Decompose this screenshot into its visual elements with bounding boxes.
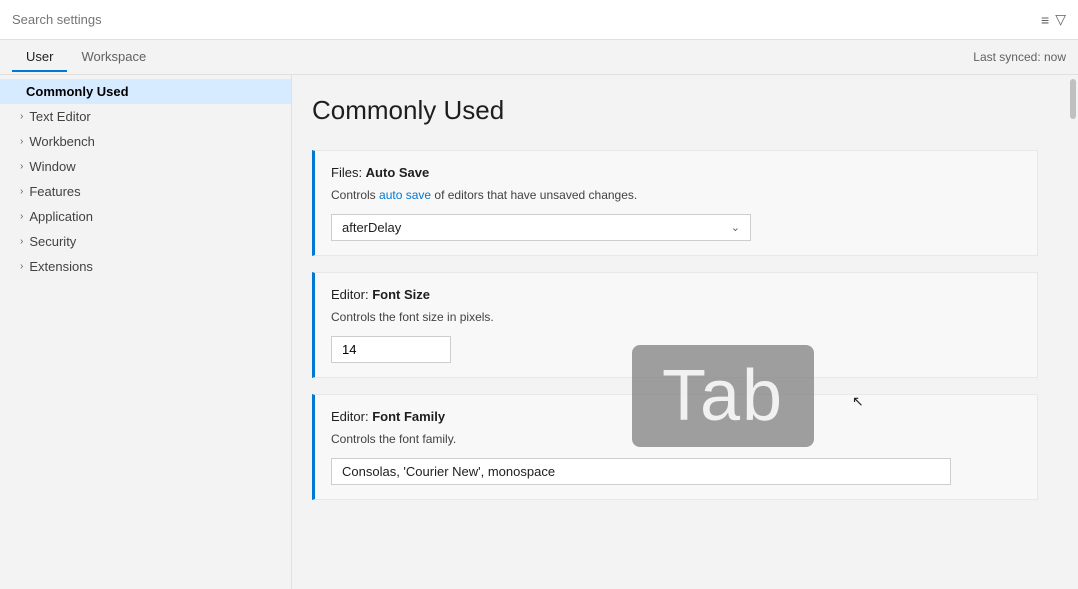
content-inner: Commonly Used Files: Auto Save Controls …	[292, 75, 1078, 536]
setting-label-bold: Font Family	[372, 409, 445, 424]
setting-desc-auto-save: Controls auto save of editors that have …	[331, 186, 1021, 204]
auto-save-link[interactable]: auto save	[379, 188, 431, 202]
setting-label-font-size: Editor: Font Size	[331, 287, 1021, 302]
search-input[interactable]	[12, 12, 1033, 27]
clear-search-icon[interactable]: ≡	[1041, 12, 1049, 28]
search-bar: ≡ ▽	[0, 0, 1078, 40]
chevron-right-icon: ›	[20, 261, 23, 272]
sidebar-item-label: Application	[29, 209, 93, 224]
setting-desc-font-size: Controls the font size in pixels.	[331, 308, 1021, 326]
chevron-right-icon: ›	[20, 111, 23, 122]
sidebar-item-extensions[interactable]: › Extensions	[0, 254, 291, 279]
chevron-right-icon: ›	[20, 236, 23, 247]
sidebar-item-label: Extensions	[29, 259, 93, 274]
sidebar-item-application[interactable]: › Application	[0, 204, 291, 229]
sidebar-item-features[interactable]: › Features	[0, 179, 291, 204]
search-icons: ≡ ▽	[1041, 11, 1066, 28]
scrollbar-track[interactable]	[1068, 75, 1078, 589]
chevron-right-icon: ›	[20, 211, 23, 222]
sidebar-item-label: Text Editor	[29, 109, 90, 124]
last-synced: Last synced: now	[973, 50, 1066, 64]
desc-after: of editors that have unsaved changes.	[431, 188, 637, 202]
setting-label-bold: Auto Save	[366, 165, 430, 180]
setting-label-prefix: Editor:	[331, 409, 372, 424]
desc-before: Controls	[331, 188, 379, 202]
setting-block-auto-save: Files: Auto Save Controls auto save of e…	[312, 150, 1038, 256]
setting-label-auto-save: Files: Auto Save	[331, 165, 1021, 180]
filter-icon[interactable]: ▽	[1055, 11, 1066, 28]
tab-workspace[interactable]: Workspace	[67, 43, 160, 72]
scrollbar-thumb[interactable]	[1070, 79, 1076, 119]
sidebar-item-label: Features	[29, 184, 80, 199]
sidebar-item-label: Security	[29, 234, 76, 249]
setting-label-prefix: Editor:	[331, 287, 372, 302]
tab-user[interactable]: User	[12, 43, 67, 72]
sidebar-item-window[interactable]: › Window	[0, 154, 291, 179]
content-area: Commonly Used Files: Auto Save Controls …	[292, 75, 1078, 589]
chevron-right-icon: ›	[20, 186, 23, 197]
chevron-right-icon: ›	[20, 161, 23, 172]
tabs-left: User Workspace	[12, 43, 160, 72]
main-layout: Commonly Used › Text Editor › Workbench …	[0, 75, 1078, 589]
dropdown-value: afterDelay	[342, 220, 401, 235]
tabs-bar: User Workspace Last synced: now	[0, 40, 1078, 75]
sidebar-item-label: Workbench	[29, 134, 95, 149]
chevron-right-icon: ›	[20, 136, 23, 147]
section-title: Commonly Used	[312, 95, 1038, 126]
sidebar-item-label: Commonly Used	[26, 84, 129, 99]
chevron-down-icon: ⌄	[731, 221, 740, 234]
sidebar-item-workbench[interactable]: › Workbench	[0, 129, 291, 154]
auto-save-dropdown[interactable]: afterDelay ⌄	[331, 214, 751, 241]
sidebar-item-security[interactable]: › Security	[0, 229, 291, 254]
sidebar: Commonly Used › Text Editor › Workbench …	[0, 75, 292, 589]
font-size-input[interactable]	[331, 336, 451, 363]
sidebar-item-text-editor[interactable]: › Text Editor	[0, 104, 291, 129]
tab-key-overlay: Tab	[632, 345, 814, 447]
setting-label-prefix: Files:	[331, 165, 366, 180]
font-family-input[interactable]	[331, 458, 951, 485]
sidebar-item-commonly-used[interactable]: Commonly Used	[0, 79, 291, 104]
setting-label-bold: Font Size	[372, 287, 430, 302]
tab-overlay-text: Tab	[662, 355, 784, 437]
sidebar-item-label: Window	[29, 159, 75, 174]
